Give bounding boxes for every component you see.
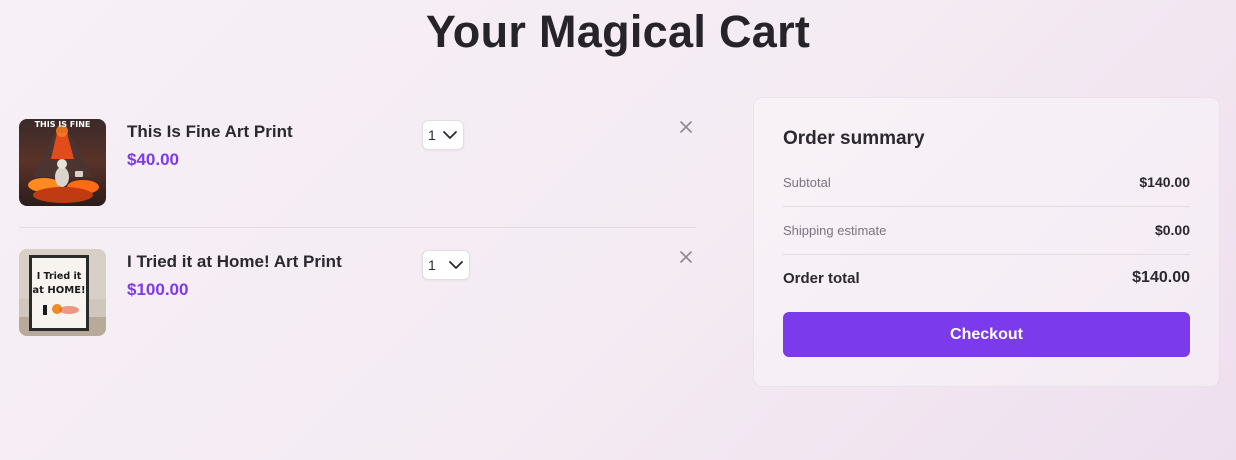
framed-poster-image: I Tried it at HOME! bbox=[19, 249, 106, 336]
chevron-down-icon bbox=[449, 261, 463, 269]
remove-item-button[interactable] bbox=[679, 250, 693, 264]
order-total-label: Order total bbox=[783, 269, 860, 287]
cart-item: I Tried it at HOME! I Tried it at Home! … bbox=[19, 228, 696, 358]
divider bbox=[783, 254, 1190, 255]
image-caption-line1: I Tried it bbox=[37, 271, 82, 282]
cart-list: THIS IS FINE This Is Fine Art Print $40.… bbox=[19, 98, 696, 358]
quantity-select[interactable]: 1 bbox=[422, 120, 464, 150]
quantity-value: 1 bbox=[428, 127, 436, 143]
order-total-value: $140.00 bbox=[1132, 269, 1190, 286]
product-price: $100.00 bbox=[127, 280, 189, 299]
subtotal-value: $140.00 bbox=[1139, 174, 1190, 190]
quantity-value: 1 bbox=[428, 257, 436, 273]
page-title: Your Magical Cart bbox=[425, 6, 811, 57]
subtotal-label: Subtotal bbox=[783, 174, 831, 190]
shipping-row: Shipping estimate $0.00 bbox=[783, 222, 1190, 238]
quantity-select[interactable]: 1 bbox=[422, 250, 470, 280]
shipping-value: $0.00 bbox=[1154, 222, 1190, 238]
remove-item-button[interactable] bbox=[679, 120, 693, 134]
order-summary-panel: Order summary Subtotal $140.00 Shipping … bbox=[754, 98, 1219, 386]
shipping-label: Shipping estimate bbox=[783, 222, 887, 238]
order-summary-title: Order summary bbox=[783, 128, 925, 149]
cart-item: THIS IS FINE This Is Fine Art Print $40.… bbox=[19, 98, 696, 228]
product-price: $40.00 bbox=[127, 150, 179, 169]
subtotal-row: Subtotal $140.00 bbox=[783, 174, 1190, 190]
close-icon bbox=[680, 251, 692, 263]
order-total-row: Order total $140.00 bbox=[783, 269, 1190, 287]
image-caption: THIS IS FINE bbox=[35, 120, 91, 129]
volcano-skeleton-image: THIS IS FINE bbox=[19, 119, 106, 206]
image-caption-line2: at HOME! bbox=[32, 285, 85, 296]
product-image-tried-it-at-home[interactable]: I Tried it at HOME! bbox=[19, 249, 106, 336]
chevron-down-icon bbox=[443, 131, 457, 139]
product-name[interactable]: This Is Fine Art Print bbox=[127, 122, 293, 142]
checkout-button[interactable]: Checkout bbox=[783, 312, 1190, 357]
product-image-this-is-fine[interactable]: THIS IS FINE bbox=[19, 119, 106, 206]
product-name[interactable]: I Tried it at Home! Art Print bbox=[127, 252, 342, 272]
divider bbox=[783, 206, 1190, 207]
close-icon bbox=[680, 121, 692, 133]
